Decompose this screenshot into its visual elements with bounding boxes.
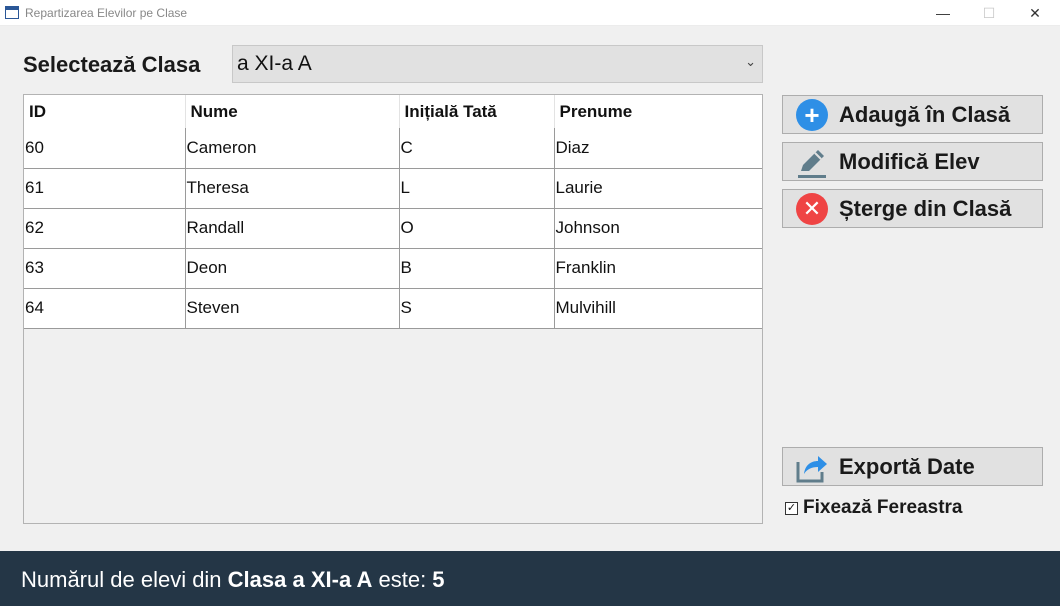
- cell-id[interactable]: 61: [24, 168, 186, 209]
- status-prefix: Numărul de elevi din: [21, 567, 228, 592]
- column-header-initiala-tata[interactable]: Inițială Tată: [399, 95, 555, 128]
- window-title: Repartizarea Elevilor pe Clase: [25, 6, 188, 20]
- export-data-label: Exportă Date: [839, 453, 975, 479]
- close-circle-icon: ✕: [795, 192, 829, 226]
- cell-id[interactable]: 63: [24, 248, 186, 289]
- table-row[interactable]: 60 Cameron C Diaz: [24, 128, 762, 169]
- cell-initiala-tata[interactable]: C: [399, 128, 555, 169]
- delete-from-class-label: Șterge din Clasă: [839, 195, 1012, 221]
- edit-student-button[interactable]: Modifică Elev: [782, 142, 1043, 181]
- status-middle: este:: [372, 567, 433, 592]
- students-table: ID Nume Inițială Tată Prenume 60 Cameron…: [23, 94, 763, 524]
- minimize-button[interactable]: —: [920, 0, 966, 26]
- cell-initiala-tata[interactable]: L: [399, 168, 555, 209]
- status-student-count: 5: [432, 567, 445, 592]
- cell-nume[interactable]: Cameron: [185, 128, 400, 169]
- cell-prenume[interactable]: Diaz: [554, 128, 762, 169]
- cell-initiala-tata[interactable]: S: [399, 288, 555, 329]
- cell-prenume[interactable]: Franklin: [554, 248, 762, 289]
- cell-nume[interactable]: Randall: [185, 208, 400, 249]
- delete-from-class-button[interactable]: ✕ Șterge din Clasă: [782, 189, 1043, 228]
- cell-initiala-tata[interactable]: O: [399, 208, 555, 249]
- class-select-value: a XI-a A: [237, 52, 312, 75]
- lock-window-checkbox[interactable]: ✓: [785, 501, 798, 515]
- cell-prenume[interactable]: Laurie: [554, 168, 762, 209]
- column-header-id[interactable]: ID: [24, 95, 186, 128]
- pencil-icon: [795, 145, 829, 179]
- edit-student-label: Modifică Elev: [839, 148, 980, 174]
- class-select-dropdown[interactable]: a XI-a A ⌄: [232, 45, 763, 83]
- title-bar: Repartizarea Elevilor pe Clase — ☐ ✕: [0, 0, 1060, 26]
- status-bar: Numărul de elevi din Clasa a XI-a A este…: [0, 551, 1060, 606]
- cell-initiala-tata[interactable]: B: [399, 248, 555, 289]
- cell-nume[interactable]: Theresa: [185, 168, 400, 209]
- cell-prenume[interactable]: Johnson: [554, 208, 762, 249]
- select-class-label: Selectează Clasa: [23, 52, 201, 77]
- status-class-name: Clasa a XI-a A: [227, 567, 373, 592]
- close-window-button[interactable]: ✕: [1012, 0, 1058, 26]
- lock-window-toggle[interactable]: ✓ Fixează Fereastra: [785, 497, 963, 519]
- app-window-icon: [5, 6, 19, 19]
- table-row[interactable]: 63 Deon B Franklin: [24, 248, 762, 289]
- table-header-row: ID Nume Inițială Tată Prenume: [24, 95, 762, 128]
- cell-id[interactable]: 60: [24, 128, 186, 169]
- lock-window-label: Fixează Fereastra: [803, 497, 963, 518]
- table-row[interactable]: 61 Theresa L Laurie: [24, 168, 762, 209]
- add-to-class-label: Adaugă în Clasă: [839, 101, 1011, 127]
- maximize-button[interactable]: ☐: [966, 0, 1012, 26]
- table-row[interactable]: 64 Steven S Mulvihill: [24, 288, 762, 329]
- cell-nume[interactable]: Deon: [185, 248, 400, 289]
- table-row[interactable]: 62 Randall O Johnson: [24, 208, 762, 249]
- plus-circle-icon: +: [795, 98, 829, 132]
- export-data-button[interactable]: Exportă Date: [782, 447, 1043, 486]
- cell-id[interactable]: 64: [24, 288, 186, 329]
- cell-prenume[interactable]: Mulvihill: [554, 288, 762, 329]
- cell-nume[interactable]: Steven: [185, 288, 400, 329]
- add-to-class-button[interactable]: + Adaugă în Clasă: [782, 95, 1043, 134]
- cell-id[interactable]: 62: [24, 208, 186, 249]
- column-header-nume[interactable]: Nume: [185, 95, 400, 128]
- export-share-icon: [795, 450, 829, 484]
- chevron-down-icon: ⌄: [745, 54, 756, 69]
- column-header-prenume[interactable]: Prenume: [554, 95, 762, 128]
